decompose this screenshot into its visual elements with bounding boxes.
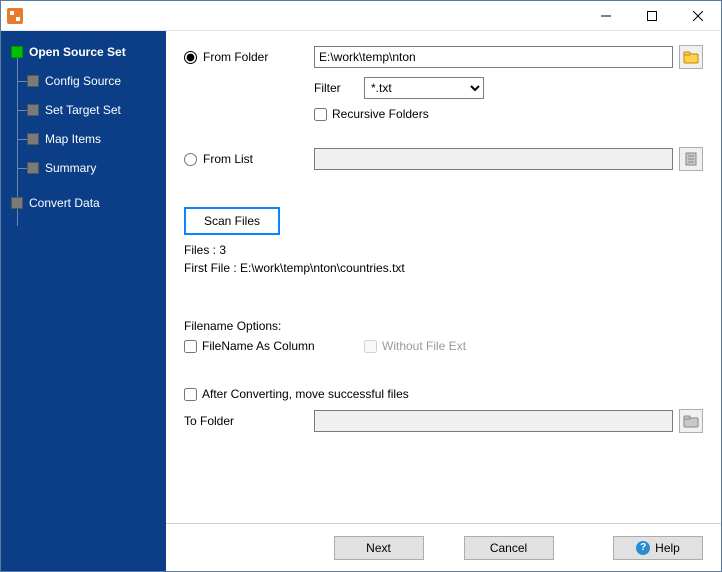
without-file-ext-checkbox: Without File Ext (364, 339, 466, 353)
from-folder-label: From Folder (203, 50, 268, 64)
help-button[interactable]: ? Help (613, 536, 703, 560)
sidebar-item-label: Config Source (45, 74, 121, 88)
filename-options-heading: Filename Options: (184, 319, 703, 333)
browse-dest-folder-button[interactable] (679, 409, 703, 433)
scan-files-button[interactable]: Scan Files (184, 207, 280, 235)
minimize-button[interactable] (583, 1, 629, 31)
titlebar (1, 1, 721, 31)
step-node-icon (27, 162, 39, 174)
step-node-icon (27, 133, 39, 145)
step-node-icon (27, 104, 39, 116)
step-node-icon (27, 75, 39, 87)
from-folder-radio[interactable] (184, 51, 197, 64)
close-button[interactable] (675, 1, 721, 31)
after-converting-move-checkbox[interactable]: After Converting, move successful files (184, 387, 409, 401)
from-list-label: From List (203, 152, 253, 166)
sidebar-item-label: Summary (45, 161, 96, 175)
sidebar-item-config-source[interactable]: Config Source (5, 68, 162, 94)
file-list-icon (684, 152, 698, 166)
next-button[interactable]: Next (334, 536, 424, 560)
filename-as-column-checkbox[interactable]: FileName As Column (184, 339, 364, 353)
browse-list-button[interactable] (679, 147, 703, 171)
step-node-icon (11, 197, 23, 209)
after-converting-move-label: After Converting, move successful files (202, 387, 409, 401)
wizard-sidebar: Open Source Set Config Source Set Target… (1, 31, 166, 571)
help-icon: ? (636, 541, 650, 555)
wizard-footer: Next Cancel ? Help (166, 523, 721, 571)
app-window: Open Source Set Config Source Set Target… (0, 0, 722, 572)
sidebar-item-map-items[interactable]: Map Items (5, 126, 162, 152)
from-list-input (314, 148, 673, 170)
sidebar-item-summary[interactable]: Summary (5, 155, 162, 181)
filter-label: Filter (314, 81, 341, 95)
browse-folder-button[interactable] (679, 45, 703, 69)
from-list-radio[interactable] (184, 153, 197, 166)
sidebar-item-label: Set Target Set (45, 103, 121, 117)
folder-open-icon (683, 50, 699, 64)
recursive-folders-checkbox[interactable]: Recursive Folders (314, 107, 429, 121)
folder-icon (683, 414, 699, 428)
sidebar-item-open-source-set[interactable]: Open Source Set (5, 39, 162, 65)
cancel-button[interactable]: Cancel (464, 536, 554, 560)
sidebar-item-label: Map Items (45, 132, 101, 146)
folder-path-input[interactable] (314, 46, 673, 68)
help-button-label: Help (655, 541, 680, 555)
app-icon (7, 8, 23, 24)
to-folder-label: To Folder (184, 414, 234, 428)
filter-select[interactable]: *.txt (364, 77, 484, 99)
without-file-ext-label: Without File Ext (382, 339, 466, 353)
recursive-folders-label: Recursive Folders (332, 107, 429, 121)
sidebar-item-label: Convert Data (29, 196, 100, 210)
main-panel: From Folder Filter *.txt (166, 31, 721, 571)
sidebar-item-convert-data[interactable]: Convert Data (5, 190, 162, 216)
maximize-button[interactable] (629, 1, 675, 31)
first-file-text: First File : E:\work\temp\nton\countries… (184, 261, 703, 275)
filename-as-column-label: FileName As Column (202, 339, 315, 353)
step-node-icon (11, 46, 23, 58)
to-folder-input (314, 410, 673, 432)
files-count-text: Files : 3 (184, 243, 703, 257)
sidebar-item-label: Open Source Set (29, 45, 126, 59)
sidebar-item-set-target-set[interactable]: Set Target Set (5, 97, 162, 123)
